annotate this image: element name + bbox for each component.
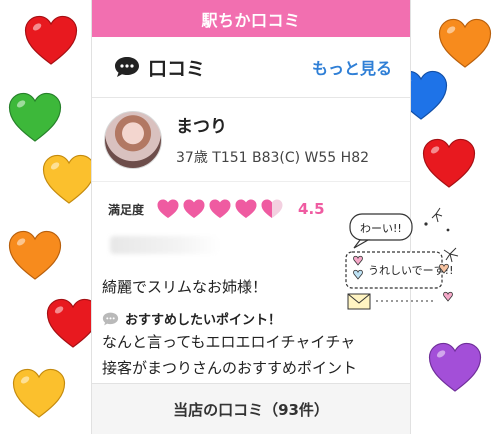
shop-reviews-button[interactable]: 当店の口コミ（93件） [92, 383, 410, 434]
profile-info: まつり 37歳 T151 B83(C) W55 H82 [176, 112, 369, 167]
blurred-text [110, 236, 220, 254]
sparkle-icon [443, 247, 459, 263]
section-header: 口コミ もっと見る [92, 37, 410, 98]
yellow-heart-icon [40, 152, 98, 210]
rating-heart-icon [235, 199, 257, 218]
orange-heart-icon [6, 228, 64, 286]
sparkle-icon [431, 207, 443, 223]
rating-heart-icon [209, 199, 231, 218]
profile-row[interactable]: まつり 37歳 T151 B83(C) W55 H82 [92, 98, 410, 182]
shop-reviews-label: 当店の口コミ（93件） [173, 400, 329, 419]
profile-name: まつり [176, 117, 227, 137]
rating-score: 4.5 [298, 200, 325, 218]
section-title: 口コミ [148, 57, 206, 80]
speech-bubble-icon [115, 57, 139, 77]
recommend-point-text: おすすめしたいポイント！ [125, 313, 282, 328]
purple-heart-icon [426, 340, 484, 398]
site-header: 駅ちか口コミ [92, 0, 410, 37]
rating-label: 満足度 [108, 202, 145, 217]
rating-heart-icon [261, 199, 283, 218]
profile-specs: 37歳 T151 B83(C) W55 H82 [176, 150, 370, 166]
small-heart-icon [443, 291, 453, 302]
review-text-line-1: なんと言ってもエロエロイチャイチャ [102, 333, 356, 351]
red-heart-icon [420, 136, 478, 194]
thank-you-sticker: わーい!! うれしいでーす!! [340, 200, 466, 320]
green-heart-icon [6, 90, 64, 148]
speech-bubble-icon [102, 312, 119, 325]
orange-heart-icon [436, 16, 494, 74]
yellow-heart-icon [10, 366, 68, 424]
avatar[interactable] [104, 110, 162, 169]
see-more-link[interactable]: もっと見る [312, 55, 392, 79]
sticker-line-1: わーい!! [360, 222, 402, 235]
red-heart-icon [22, 13, 80, 71]
rating-heart-icon [183, 199, 205, 218]
site-title: 駅ちか口コミ [201, 10, 301, 30]
review-text-line-2: 接客がまつりさんのおすすめポイント [102, 359, 358, 377]
rating-hearts [156, 198, 286, 220]
rating-heart-icon [157, 199, 179, 218]
